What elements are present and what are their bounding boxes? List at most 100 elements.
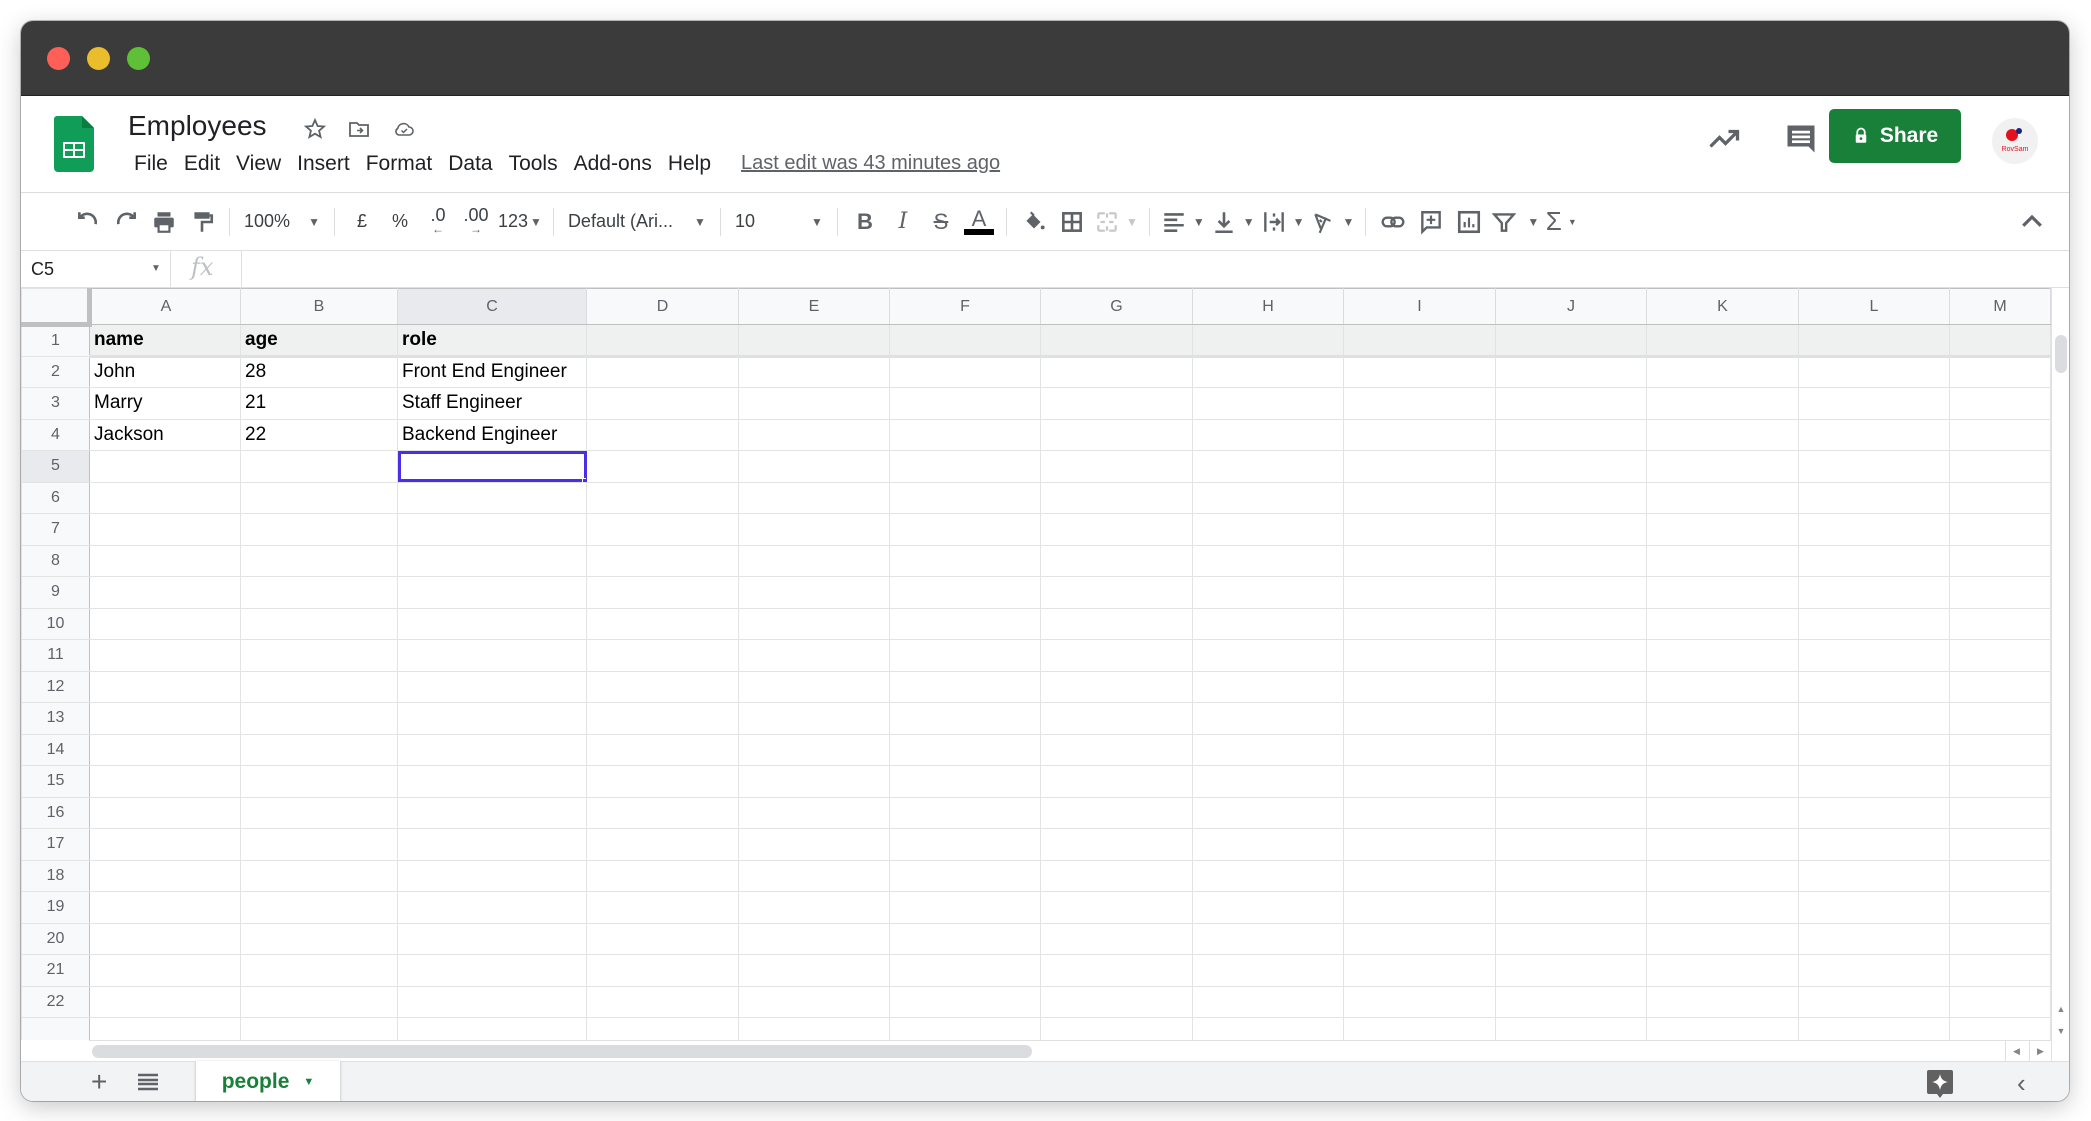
cell-e15[interactable] bbox=[738, 765, 890, 798]
cell-j7[interactable] bbox=[1495, 513, 1647, 546]
cell-a22[interactable] bbox=[89, 985, 241, 1018]
redo-button[interactable] bbox=[107, 202, 145, 242]
cell-j12[interactable] bbox=[1495, 670, 1647, 703]
cell-d21[interactable] bbox=[586, 954, 739, 987]
cell-j2[interactable] bbox=[1495, 355, 1647, 388]
cell-m1[interactable] bbox=[1949, 324, 2051, 358]
cell-d14[interactable] bbox=[586, 733, 739, 766]
cell-a7[interactable] bbox=[89, 513, 241, 546]
cell-l10[interactable] bbox=[1798, 607, 1950, 640]
cell-m21[interactable] bbox=[1949, 954, 2051, 987]
menu-file[interactable]: File bbox=[126, 148, 176, 180]
cell-e19[interactable] bbox=[738, 891, 890, 924]
horizontal-scrollbar[interactable]: ◀ ▶ bbox=[89, 1040, 2051, 1061]
cell-e11[interactable] bbox=[738, 639, 890, 672]
cell-f13[interactable] bbox=[889, 702, 1041, 735]
cell-f6[interactable] bbox=[889, 481, 1041, 514]
undo-button[interactable] bbox=[69, 202, 107, 242]
cell-m9[interactable] bbox=[1949, 576, 2051, 609]
cell-h8[interactable] bbox=[1192, 544, 1344, 577]
cell-c9[interactable] bbox=[397, 576, 587, 609]
cell-e10[interactable] bbox=[738, 607, 890, 640]
cell-f12[interactable] bbox=[889, 670, 1041, 703]
cell-l9[interactable] bbox=[1798, 576, 1950, 609]
cell-d17[interactable] bbox=[586, 828, 739, 861]
column-header-g[interactable]: G bbox=[1040, 288, 1193, 325]
cell-c13[interactable] bbox=[397, 702, 587, 735]
cell-j23[interactable] bbox=[1495, 1017, 1647, 1040]
cell-l3[interactable] bbox=[1798, 387, 1950, 420]
cell-b22[interactable] bbox=[240, 985, 398, 1018]
print-button[interactable] bbox=[145, 202, 183, 242]
row-header-9[interactable]: 9 bbox=[21, 576, 90, 609]
cell-e6[interactable] bbox=[738, 481, 890, 514]
row-header-20[interactable]: 20 bbox=[21, 922, 90, 955]
more-formats-button[interactable]: 123 ▼ bbox=[495, 202, 545, 242]
column-header-e[interactable]: E bbox=[738, 288, 890, 325]
menu-format[interactable]: Format bbox=[358, 148, 441, 180]
cell-c2[interactable]: Front End Engineer bbox=[397, 355, 587, 388]
sheet-tab-people[interactable]: people ▼ bbox=[196, 1061, 340, 1101]
cell-l6[interactable] bbox=[1798, 481, 1950, 514]
scroll-left-arrow-icon[interactable]: ◀ bbox=[2005, 1041, 2027, 1061]
cell-j14[interactable] bbox=[1495, 733, 1647, 766]
cell-l22[interactable] bbox=[1798, 985, 1950, 1018]
select-all-corner[interactable] bbox=[21, 288, 92, 327]
cell-h14[interactable] bbox=[1192, 733, 1344, 766]
cell-e13[interactable] bbox=[738, 702, 890, 735]
cell-h3[interactable] bbox=[1192, 387, 1344, 420]
column-header-a[interactable]: A bbox=[89, 288, 241, 325]
cell-f3[interactable] bbox=[889, 387, 1041, 420]
cell-d16[interactable] bbox=[586, 796, 739, 829]
cell-m22[interactable] bbox=[1949, 985, 2051, 1018]
cell-b8[interactable] bbox=[240, 544, 398, 577]
cell-a9[interactable] bbox=[89, 576, 241, 609]
cell-b15[interactable] bbox=[240, 765, 398, 798]
scroll-down-arrow-icon[interactable]: ▼ bbox=[2052, 1022, 2069, 1040]
cell-c23[interactable] bbox=[397, 1017, 587, 1040]
fill-color-button[interactable] bbox=[1015, 202, 1053, 242]
cell-h4[interactable] bbox=[1192, 418, 1344, 451]
cell-a12[interactable] bbox=[89, 670, 241, 703]
cell-i17[interactable] bbox=[1343, 828, 1496, 861]
cell-i22[interactable] bbox=[1343, 985, 1496, 1018]
cell-l20[interactable] bbox=[1798, 922, 1950, 955]
cell-g15[interactable] bbox=[1040, 765, 1193, 798]
cell-m2[interactable] bbox=[1949, 355, 2051, 388]
cell-g11[interactable] bbox=[1040, 639, 1193, 672]
cell-f11[interactable] bbox=[889, 639, 1041, 672]
cell-i3[interactable] bbox=[1343, 387, 1496, 420]
cell-b23[interactable] bbox=[240, 1017, 398, 1040]
cell-g17[interactable] bbox=[1040, 828, 1193, 861]
cell-h6[interactable] bbox=[1192, 481, 1344, 514]
cell-e17[interactable] bbox=[738, 828, 890, 861]
cell-b5[interactable] bbox=[240, 450, 398, 483]
cell-e8[interactable] bbox=[738, 544, 890, 577]
cell-f7[interactable] bbox=[889, 513, 1041, 546]
cell-a11[interactable] bbox=[89, 639, 241, 672]
cell-f4[interactable] bbox=[889, 418, 1041, 451]
cell-e12[interactable] bbox=[738, 670, 890, 703]
cell-i2[interactable] bbox=[1343, 355, 1496, 388]
chevron-down-icon[interactable]: ▼ bbox=[303, 1076, 314, 1088]
cell-c4[interactable]: Backend Engineer bbox=[397, 418, 587, 451]
cell-d8[interactable] bbox=[586, 544, 739, 577]
cell-a20[interactable] bbox=[89, 922, 241, 955]
cell-h23[interactable] bbox=[1192, 1017, 1344, 1040]
cell-d4[interactable] bbox=[586, 418, 739, 451]
cell-f20[interactable] bbox=[889, 922, 1041, 955]
cell-k8[interactable] bbox=[1646, 544, 1799, 577]
cell-g6[interactable] bbox=[1040, 481, 1193, 514]
cell-i7[interactable] bbox=[1343, 513, 1496, 546]
cell-i15[interactable] bbox=[1343, 765, 1496, 798]
cell-d12[interactable] bbox=[586, 670, 739, 703]
cell-c22[interactable] bbox=[397, 985, 587, 1018]
cell-g20[interactable] bbox=[1040, 922, 1193, 955]
insert-comment-button[interactable] bbox=[1412, 202, 1450, 242]
cell-d15[interactable] bbox=[586, 765, 739, 798]
cell-b21[interactable] bbox=[240, 954, 398, 987]
cell-l17[interactable] bbox=[1798, 828, 1950, 861]
borders-button[interactable] bbox=[1053, 202, 1091, 242]
cell-k6[interactable] bbox=[1646, 481, 1799, 514]
cell-h20[interactable] bbox=[1192, 922, 1344, 955]
